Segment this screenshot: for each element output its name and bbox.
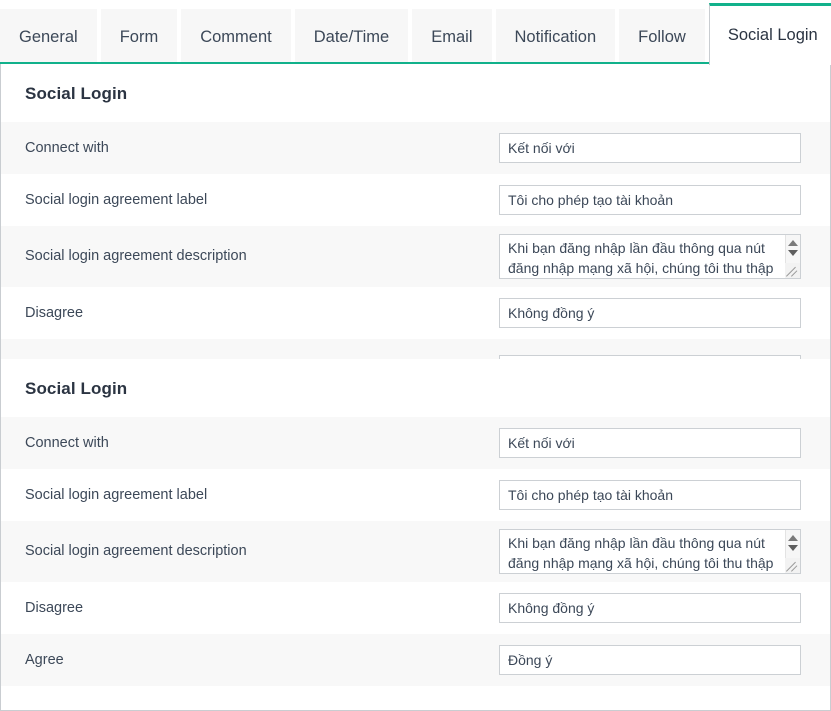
setting-input[interactable] — [499, 645, 801, 675]
tab-follow[interactable]: Follow — [619, 9, 705, 64]
setting-textarea[interactable] — [499, 529, 801, 574]
setting-label: Social login agreement description — [25, 247, 499, 266]
textarea-wrapper — [499, 234, 801, 279]
arrow-down-icon[interactable] — [788, 250, 798, 256]
arrow-up-icon[interactable] — [788, 240, 798, 246]
tab-strip: General Form Comment Date/Time Email Notifica… — [0, 0, 831, 64]
setting-input[interactable] — [499, 133, 801, 163]
setting-field — [499, 355, 830, 359]
arrow-down-icon[interactable] — [788, 545, 798, 551]
setting-field — [499, 185, 830, 215]
tab-email[interactable]: Email — [412, 9, 491, 64]
tab-notification[interactable]: Notification — [496, 9, 616, 64]
setting-input[interactable] — [499, 593, 801, 623]
tab-label: Social Login — [728, 26, 818, 45]
panel-bottom-gap — [1, 686, 830, 711]
setting-field — [499, 133, 830, 163]
arrow-up-icon[interactable] — [788, 535, 798, 541]
section-title: Social Login — [1, 64, 830, 122]
setting-field — [499, 428, 830, 458]
section-social-login: Social Login Connect with Social login agr… — [1, 359, 830, 711]
setting-field — [499, 593, 830, 623]
setting-label: Connect with — [25, 139, 499, 158]
tab-label: Comment — [200, 28, 272, 47]
settings-row: Disagree — [1, 582, 830, 634]
setting-label: Social login agreement description — [25, 542, 499, 561]
setting-input[interactable] — [499, 355, 801, 359]
setting-field — [499, 234, 830, 279]
setting-field — [499, 480, 830, 510]
tab-label: Date/Time — [314, 28, 390, 47]
resize-grip-icon[interactable] — [785, 558, 800, 573]
settings-row: Disagree — [1, 287, 830, 339]
setting-label: Social login agreement label — [25, 191, 499, 210]
setting-textarea[interactable] — [499, 234, 801, 279]
tab-label: Follow — [638, 28, 686, 47]
resize-grip-icon[interactable] — [785, 263, 800, 278]
tab-comment[interactable]: Comment — [181, 9, 291, 64]
setting-field — [499, 529, 830, 574]
tab-strip-underline — [0, 62, 831, 64]
tab-label: Email — [431, 28, 472, 47]
settings-row: Connect with — [1, 122, 830, 174]
tab-label: General — [19, 28, 78, 47]
setting-label: Agree — [25, 651, 499, 670]
setting-input[interactable] — [499, 298, 801, 328]
setting-field — [499, 645, 830, 675]
settings-row: Social login agreement description — [1, 226, 830, 287]
settings-row: Agree — [1, 634, 830, 686]
tab-date-time[interactable]: Date/Time — [295, 9, 409, 64]
setting-label: Social login agreement label — [25, 486, 499, 505]
tab-social-login[interactable]: Social Login — [709, 3, 831, 65]
settings-row-clipped — [1, 339, 830, 359]
textarea-wrapper — [499, 529, 801, 574]
settings-row: Connect with — [1, 417, 830, 469]
settings-row: Social login agreement description — [1, 521, 830, 582]
section-social-login: Social Login Connect with Social login agr… — [1, 64, 830, 359]
settings-row: Social login agreement label — [1, 469, 830, 521]
settings-row: Social login agreement label — [1, 174, 830, 226]
settings-panel: Social Login Connect with Social login agr… — [0, 64, 831, 711]
tab-label: Notification — [515, 28, 597, 47]
setting-input[interactable] — [499, 480, 801, 510]
section-title: Social Login — [1, 359, 830, 417]
setting-input[interactable] — [499, 428, 801, 458]
setting-label: Connect with — [25, 434, 499, 453]
setting-input[interactable] — [499, 185, 801, 215]
setting-label: Disagree — [25, 304, 499, 323]
tab-form[interactable]: Form — [101, 9, 178, 64]
setting-field — [499, 298, 830, 328]
tab-general[interactable]: General — [0, 9, 97, 64]
tab-label: Form — [120, 28, 159, 47]
setting-label: Disagree — [25, 599, 499, 618]
